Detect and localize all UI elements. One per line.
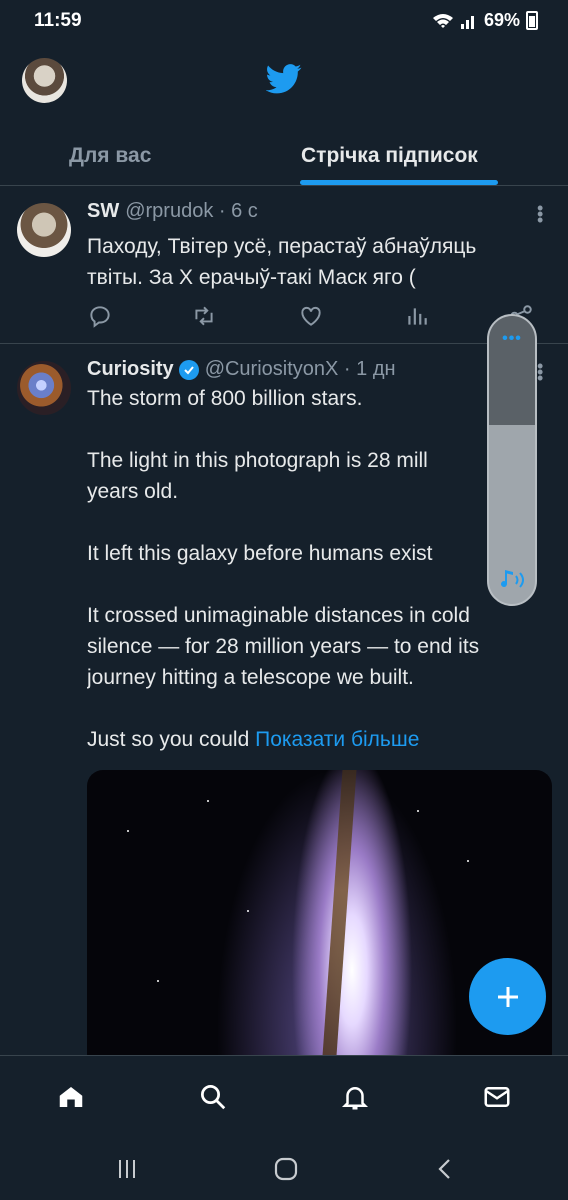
top-bar — [0, 44, 568, 120]
tweet-author-handle: @CuriosityonX · 1 дн — [204, 358, 396, 380]
signal-icon — [460, 15, 474, 29]
search-icon[interactable] — [198, 1082, 228, 1112]
tweet-actions — [87, 303, 547, 329]
star — [467, 860, 469, 862]
messages-icon[interactable] — [482, 1082, 512, 1112]
tweet-author-name[interactable]: Curiosity — [87, 358, 174, 381]
verified-badge-icon — [178, 359, 199, 380]
media-volume-icon — [501, 570, 524, 588]
tweet-header: Curiosity @CuriosityonX · 1 дн — [87, 358, 396, 381]
compose-icon — [497, 986, 518, 1007]
star — [207, 800, 209, 802]
star — [127, 830, 129, 832]
tweet-author-name[interactable]: SW — [87, 200, 119, 223]
wifi-icon — [432, 13, 453, 28]
star — [417, 810, 419, 812]
twitter-bird-icon — [266, 64, 302, 94]
profile-avatar[interactable] — [22, 58, 67, 103]
home-icon[interactable] — [56, 1082, 86, 1112]
timeline-tabs: Для вас Стрічка підписок — [0, 120, 568, 186]
retweet-icon[interactable] — [191, 303, 217, 329]
volume-more-dots[interactable]: ••• — [489, 330, 535, 348]
more-options-icon[interactable]: • • • — [537, 357, 543, 387]
tweet-card[interactable]: Curiosity @CuriosityonX · 1 дн • • • The s… — [0, 345, 568, 1070]
back-icon[interactable] — [432, 1156, 458, 1182]
active-tab-indicator — [300, 180, 498, 185]
volume-panel[interactable]: ••• — [487, 314, 537, 606]
star — [157, 980, 159, 982]
like-icon[interactable] — [298, 303, 324, 329]
tab-for-you[interactable]: Для вас — [69, 144, 151, 168]
tweet-text: The storm of 800 billion stars. The ligh… — [87, 383, 547, 767]
more-options-icon[interactable]: • • • — [537, 199, 543, 229]
battery-percent: 69% — [483, 10, 520, 30]
reply-icon[interactable] — [87, 303, 113, 329]
tweet-header: SW @rprudok · 6 с — [87, 200, 258, 223]
battery-icon — [526, 11, 538, 30]
home-button-icon[interactable] — [273, 1156, 299, 1182]
tweet-author-avatar[interactable] — [17, 203, 71, 257]
recent-apps-icon[interactable] — [114, 1156, 140, 1182]
status-icons: 69% — [432, 10, 538, 31]
tweet-body: The storm of 800 billion stars. The ligh… — [87, 387, 480, 751]
tweet-author-handle: @rprudok · 6 с — [125, 200, 258, 222]
views-icon[interactable] — [404, 303, 430, 329]
galaxy-dust-lane — [321, 770, 357, 1070]
tab-following[interactable]: Стрічка підписок — [301, 144, 478, 168]
star — [247, 910, 249, 912]
tweet-card[interactable]: SW @rprudok · 6 с • • • Паходу, Твітер усё… — [0, 187, 568, 344]
tweet-text: Паходу, Твітер усё, перастаў абнаўляць т… — [87, 235, 477, 289]
bottom-navigation — [0, 1055, 568, 1140]
system-navigation-bar — [0, 1140, 568, 1200]
show-more-link[interactable]: Показати більше — [255, 728, 419, 751]
compose-button[interactable] — [469, 958, 546, 1035]
tweet-author-avatar[interactable] — [17, 361, 71, 415]
status-bar: 11:59 69% — [0, 0, 568, 44]
status-time: 11:59 — [34, 10, 82, 31]
notifications-icon[interactable] — [340, 1082, 370, 1112]
